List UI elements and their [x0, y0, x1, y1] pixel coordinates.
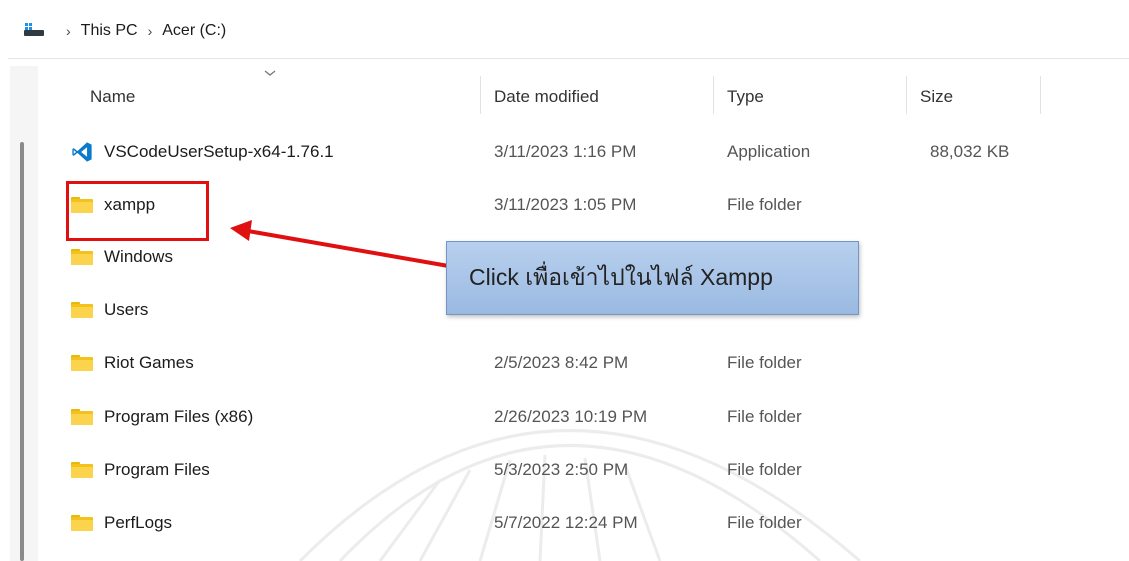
folder-name: Program Files (x86) [104, 407, 254, 426]
folder-name: PerfLogs [104, 513, 173, 532]
breadcrumb-separator-icon: › [147, 23, 153, 39]
breadcrumb-item-this-pc[interactable]: This PC [81, 22, 138, 40]
folder-name: Riot Games [104, 353, 194, 372]
breadcrumb: › This PC › Acer (C:) [24, 18, 226, 44]
column-header-type[interactable]: Type [727, 66, 764, 124]
file-row-program-files-x86[interactable]: Program Files (x86) 2/26/2023 10:19 PM F… [38, 391, 1129, 443]
file-date-modified: 3/11/2023 1:16 PM [494, 142, 637, 161]
drive-icon [24, 23, 44, 39]
folder-icon [71, 391, 97, 443]
file-type: File folder [727, 513, 802, 532]
file-name: VSCodeUserSetup-x64-1.76.1 [104, 142, 334, 161]
folder-icon [71, 444, 97, 496]
file-type: Application [727, 142, 811, 161]
toolbar-divider [8, 58, 1129, 59]
column-header-name[interactable]: Name [90, 66, 135, 124]
file-row-perflogs[interactable]: PerfLogs 5/7/2022 12:24 PM File folder [38, 497, 1129, 549]
file-date-modified: 3/11/2023 1:05 PM [494, 195, 637, 214]
file-type: File folder [727, 353, 802, 372]
folder-icon [71, 284, 97, 336]
folder-name: Program Files [104, 460, 210, 479]
column-divider[interactable] [906, 76, 907, 114]
column-header-size[interactable]: Size [920, 66, 953, 124]
folder-icon [71, 337, 97, 389]
xampp-highlight-box [66, 181, 209, 241]
file-row-riot-games[interactable]: Riot Games 2/5/2023 8:42 PM File folder [38, 337, 1129, 389]
file-date-modified: 2/5/2023 8:42 PM [494, 353, 629, 372]
file-date-modified: 5/3/2023 2:50 PM [494, 460, 629, 479]
folder-icon [71, 497, 97, 549]
column-divider[interactable] [480, 76, 481, 114]
scrollbar-track[interactable] [10, 66, 38, 561]
folder-name: Users [104, 300, 149, 319]
file-type: File folder [727, 407, 802, 426]
breadcrumb-item-drive[interactable]: Acer (C:) [162, 22, 226, 40]
file-type: File folder [727, 460, 802, 479]
sort-chevron-down-icon [264, 70, 276, 76]
file-row-vscode-setup[interactable]: VSCodeUserSetup-x64-1.76.1 3/11/2023 1:1… [38, 126, 1129, 178]
file-row-program-files[interactable]: Program Files 5/3/2023 2:50 PM File fold… [38, 444, 1129, 496]
instruction-callout: Click เพื่อเข้าไปในไฟล์ Xampp [446, 241, 859, 315]
vscode-icon [71, 126, 97, 178]
column-header-date-modified[interactable]: Date modified [494, 66, 599, 124]
column-divider[interactable] [713, 76, 714, 114]
column-header-row: Name Date modified Type Size [38, 66, 1129, 124]
scrollbar-thumb[interactable] [20, 142, 24, 561]
file-size: 88,032 KB [930, 142, 1010, 161]
file-date-modified: 5/7/2022 12:24 PM [494, 513, 638, 532]
file-date-modified: 2/26/2023 10:19 PM [494, 407, 648, 426]
file-type: File folder [727, 195, 802, 214]
column-divider[interactable] [1040, 76, 1041, 114]
breadcrumb-separator-icon: › [66, 23, 71, 39]
